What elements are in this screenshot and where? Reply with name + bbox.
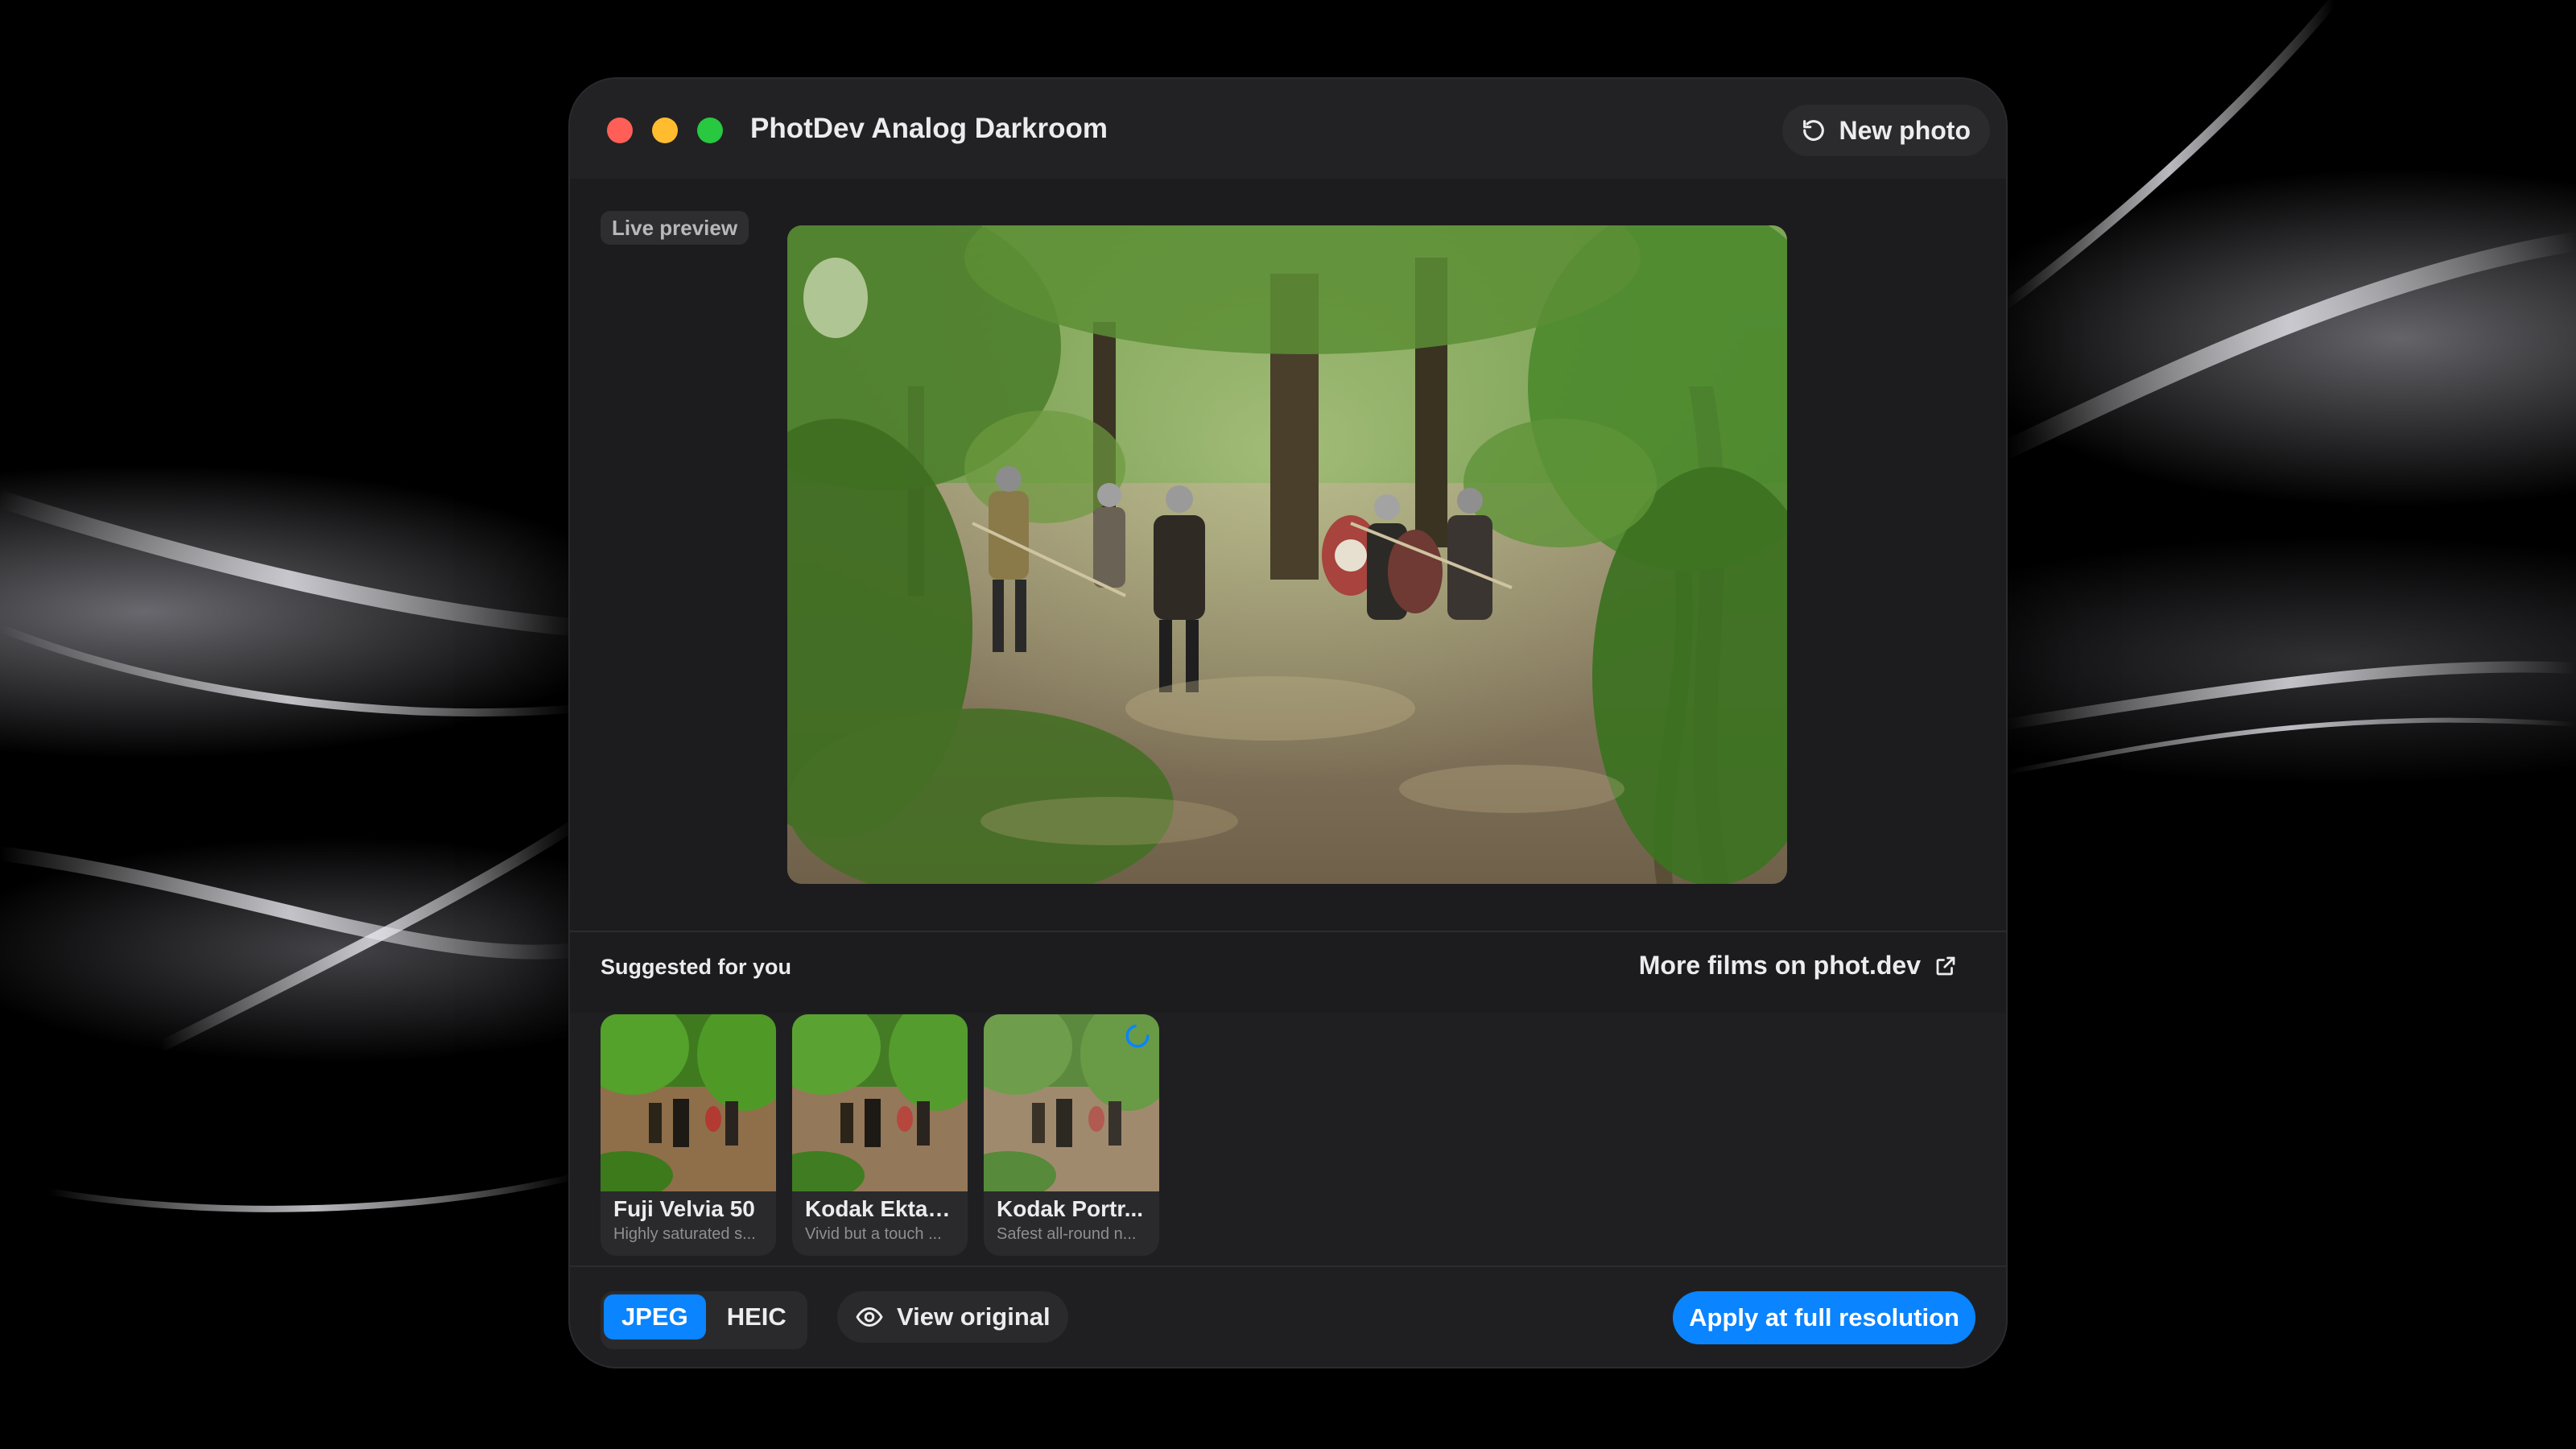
apply-full-resolution-button[interactable]: Apply at full resolution: [1673, 1291, 1975, 1344]
new-photo-button[interactable]: New photo: [1782, 105, 1990, 156]
film-thumbnail: [601, 1014, 776, 1191]
more-films-link[interactable]: More films on phot.dev: [1639, 951, 1958, 980]
new-photo-label: New photo: [1839, 115, 1971, 145]
film-name: Kodak Portr...: [997, 1196, 1144, 1221]
preview-area: Live preview: [570, 179, 2006, 1013]
view-original-label: View original: [897, 1302, 1051, 1331]
film-card[interactable]: Kodak Ektar ... Vivid but a touch ...: [792, 1014, 968, 1256]
film-suggestions: Fuji Velvia 50 Highly saturated s... Kod…: [601, 1014, 1159, 1256]
title-bar: PhotDev Analog Darkroom New photo: [570, 79, 2006, 179]
forest-scene-image: [787, 225, 1787, 884]
format-jpeg-option[interactable]: JPEG: [604, 1294, 706, 1340]
format-toggle: JPEG HEIC: [601, 1291, 807, 1349]
app-title: PhotDev Analog Darkroom: [750, 113, 1108, 144]
live-preview-badge: Live preview: [601, 211, 749, 245]
film-thumbnail: [792, 1014, 968, 1191]
external-link-icon: [1936, 956, 1955, 975]
format-heic-option[interactable]: HEIC: [709, 1294, 804, 1340]
film-description: Highly saturated s...: [613, 1225, 756, 1243]
eye-icon: [856, 1307, 883, 1327]
loading-spinner-icon: [1125, 1024, 1150, 1048]
refresh-icon: [1803, 120, 1825, 141]
film-name: Fuji Velvia 50: [613, 1196, 755, 1221]
minimize-window-button[interactable]: [652, 118, 678, 143]
film-description: Safest all-round n...: [997, 1225, 1137, 1243]
more-films-label: More films on phot.dev: [1638, 951, 1921, 980]
film-description: Vivid but a touch ...: [805, 1225, 942, 1243]
footer-divider: [570, 1265, 2006, 1267]
app-window: PhotDev Analog Darkroom New photo Live p…: [570, 79, 2006, 1367]
close-window-button[interactable]: [607, 118, 633, 143]
film-name: Kodak Ektar ...: [805, 1196, 958, 1221]
film-card[interactable]: Fuji Velvia 50 Highly saturated s...: [601, 1014, 776, 1256]
section-divider: [570, 931, 2006, 932]
film-card[interactable]: Kodak Portr... Safest all-round n...: [984, 1014, 1159, 1256]
zoom-window-button[interactable]: [697, 118, 723, 143]
preview-photo: [787, 225, 1787, 884]
suggested-heading: Suggested for you: [601, 955, 792, 979]
view-original-button[interactable]: View original: [837, 1291, 1068, 1343]
